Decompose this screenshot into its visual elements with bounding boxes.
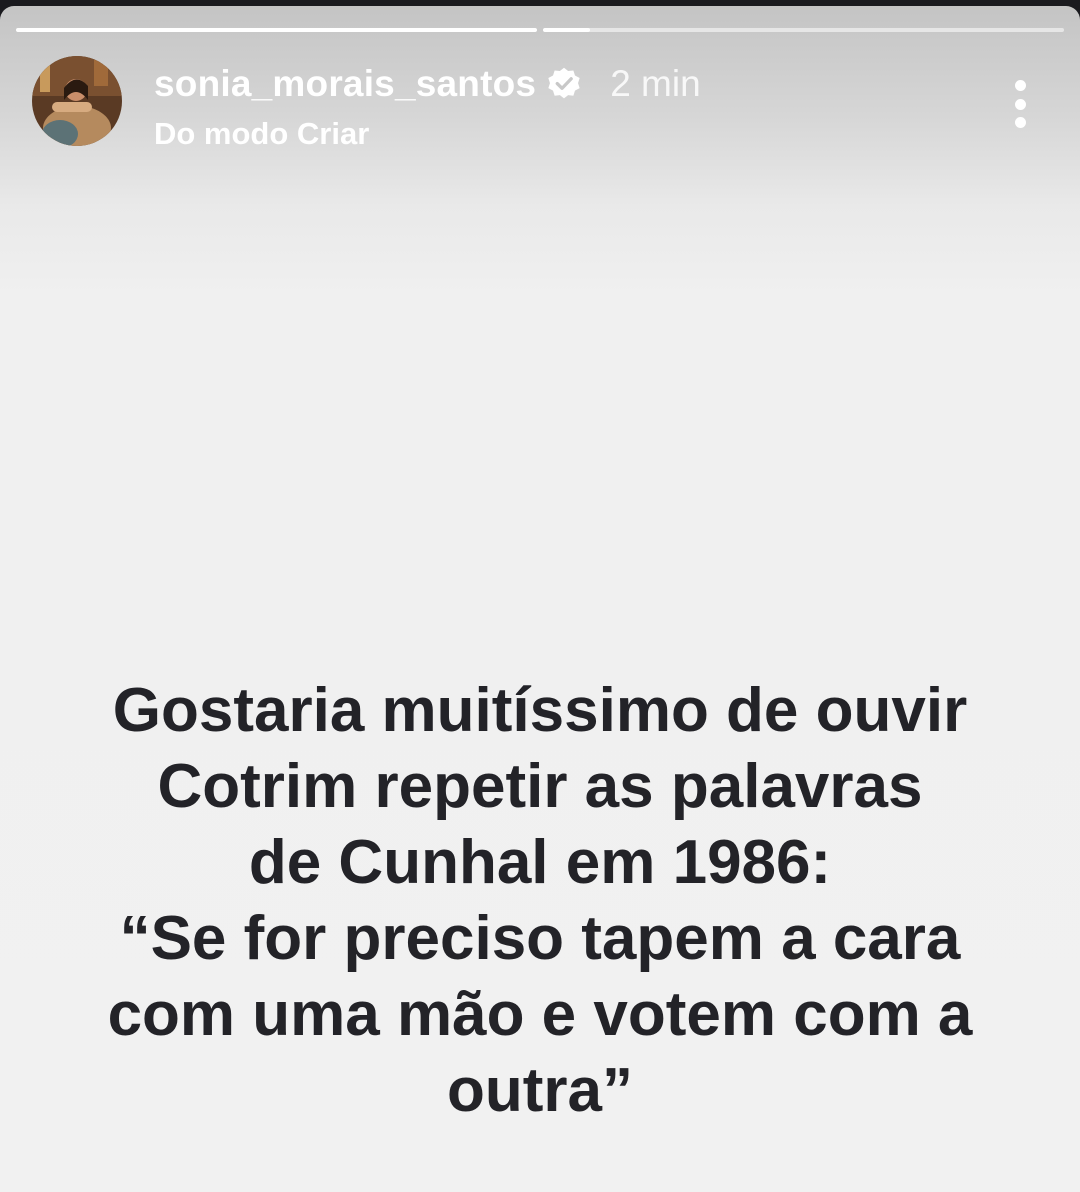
- dot: [1014, 117, 1026, 128]
- verified-badge-icon: [548, 67, 580, 99]
- user-line: sonia_morais_santos 2 min: [154, 62, 701, 106]
- story-text-line: com uma mão e votem com a: [107, 980, 973, 1049]
- story-viewer[interactable]: sonia_morais_santos 2 min Do modo Criar …: [0, 6, 1080, 1192]
- dot: [1014, 80, 1026, 91]
- dot: [1014, 98, 1026, 110]
- story-text: Gostaria muitíssimo de ouvir Cotrim repe…: [40, 673, 1040, 1129]
- story-text-line: Gostaria muitíssimo de ouvir: [112, 676, 968, 745]
- story-progress-bar: [16, 28, 1064, 32]
- progress-fill: [543, 28, 590, 32]
- more-options-icon[interactable]: [1000, 74, 1040, 134]
- story-text-line: “Se for preciso tapem a cara: [119, 904, 961, 973]
- post-time: 2 min: [610, 63, 701, 104]
- avatar[interactable]: [32, 56, 122, 146]
- username-link[interactable]: sonia_morais_santos: [154, 63, 536, 105]
- story-text-line: outra”: [447, 1056, 633, 1125]
- progress-segment-2: [543, 28, 1064, 32]
- story-text-line: de Cunhal em 1986:: [248, 828, 832, 897]
- story-text-line: Cotrim repetir as palavras: [157, 752, 923, 821]
- create-mode-label[interactable]: Do modo Criar: [154, 116, 369, 152]
- story-header: sonia_morais_santos 2 min Do modo Criar: [32, 56, 1040, 156]
- progress-fill: [16, 28, 537, 32]
- progress-segment-1: [16, 28, 537, 32]
